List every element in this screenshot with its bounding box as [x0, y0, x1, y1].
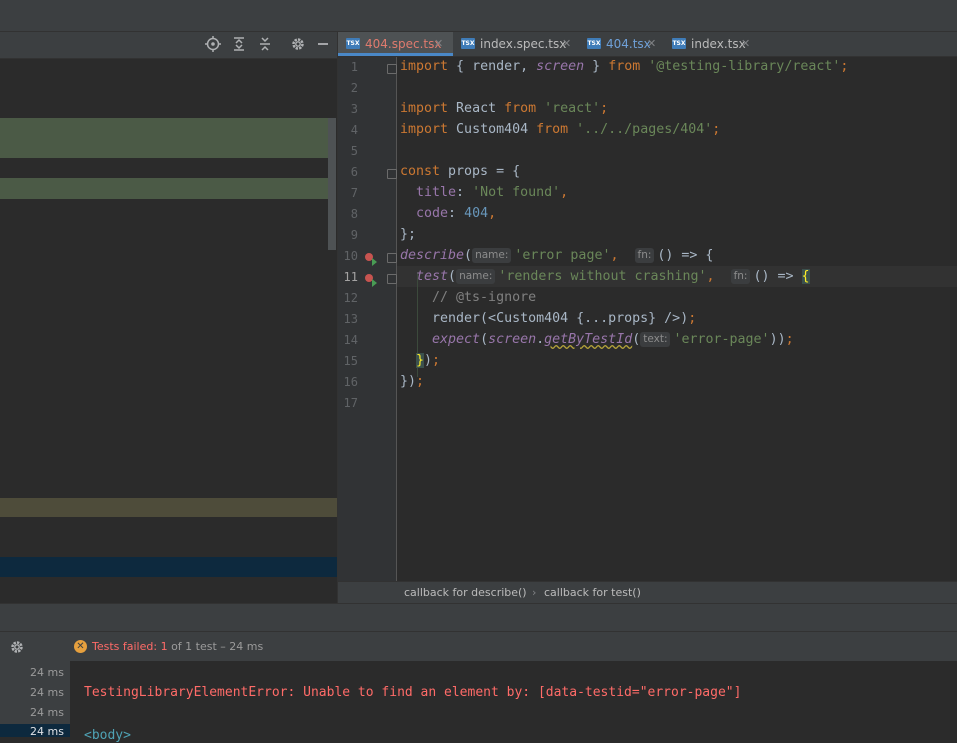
test-tree-selected-row[interactable]: 24 ms — [0, 724, 70, 738]
line-number: 16 — [343, 375, 358, 389]
line-number: 5 — [350, 144, 358, 158]
test-duration: 24 ms — [30, 706, 64, 719]
collapse-all-icon[interactable] — [256, 36, 274, 54]
error-message: TestingLibraryElementError: Unable to fi… — [84, 685, 742, 700]
code-line: // @ts-ignore — [400, 290, 537, 305]
code-line: }; — [400, 227, 417, 242]
matched-brace: } — [416, 353, 425, 368]
tab-label: 404.tsx — [606, 37, 651, 51]
left-panel — [0, 32, 337, 603]
line-number: 13 — [343, 312, 358, 326]
run-test-failed-icon[interactable] — [364, 251, 377, 266]
gutter-separator — [396, 57, 397, 581]
line-number: 9 — [350, 228, 358, 242]
tsx-file-icon: TSX — [346, 38, 360, 49]
tab-label: index.spec.tsx — [480, 37, 567, 51]
code-line: title: 'Not found', — [400, 185, 569, 200]
code-line: render(<Custom404 {...props} />); — [400, 311, 697, 326]
console-html-line: <body> — [84, 728, 131, 743]
diff-changed-region — [0, 498, 337, 517]
close-icon[interactable]: ✕ — [562, 32, 571, 56]
run-toolbar: ✕ Tests failed: 1 of 1 test – 24 ms — [0, 631, 957, 662]
parameter-hint: fn: — [730, 269, 751, 284]
parameter-hint: name: — [456, 269, 496, 284]
tool-window-header — [0, 603, 957, 632]
close-icon[interactable]: ✕ — [647, 32, 656, 56]
run-test-failed-icon[interactable] — [364, 272, 377, 287]
line-number: 3 — [350, 102, 358, 116]
line-number: 10 — [343, 249, 358, 263]
left-panel-scrollbar[interactable] — [328, 118, 336, 250]
breadcrumb-separator-icon: › — [532, 586, 537, 599]
parameter-hint: text: — [640, 332, 671, 347]
test-failed-icon: ✕ — [74, 640, 87, 653]
minimize-icon[interactable] — [314, 36, 332, 54]
parameter-hint: fn: — [634, 248, 655, 263]
code-line: const props = { — [400, 164, 521, 179]
test-duration: 24 ms — [30, 725, 64, 738]
diff-added-region — [0, 178, 328, 199]
tab-index-spec[interactable]: TSX index.spec.tsx ✕ — [453, 32, 579, 56]
tab-index[interactable]: TSX index.tsx ✕ — [664, 32, 754, 56]
tab-label: 404.spec.tsx — [365, 37, 442, 51]
test-duration: 24 ms — [30, 666, 64, 679]
code-line: import React from 'react'; — [400, 101, 609, 116]
fold-marker-icon[interactable] — [387, 253, 397, 263]
fold-marker-icon[interactable] — [387, 64, 397, 74]
tsx-file-icon: TSX — [461, 38, 475, 49]
code-line: }); — [416, 353, 441, 368]
locate-icon[interactable] — [204, 36, 222, 54]
tsx-file-icon: TSX — [672, 38, 686, 49]
code-line: import Custom404 from '../../pages/404'; — [400, 122, 721, 137]
fold-marker-icon[interactable] — [387, 169, 397, 179]
expand-all-icon[interactable] — [230, 36, 248, 54]
close-icon[interactable]: ✕ — [434, 32, 443, 56]
tab-label: index.tsx — [691, 37, 746, 51]
line-number: 1 — [350, 60, 358, 74]
line-number: 11 — [343, 270, 358, 284]
code-line: import { render, screen } from '@testing… — [400, 59, 849, 74]
editor-tab-bar: TSX 404.spec.tsx ✕ TSX index.spec.tsx ✕ … — [338, 32, 957, 57]
breadcrumb: callback for describe() › callback for t… — [338, 581, 957, 604]
test-duration: 24 ms — [30, 686, 64, 699]
code-editor: TSX 404.spec.tsx ✕ TSX index.spec.tsx ✕ … — [338, 32, 957, 604]
line-number: 2 — [350, 81, 358, 95]
tab-404-spec[interactable]: TSX 404.spec.tsx ✕ — [338, 32, 453, 56]
code-line: test(name:'renders without crashing', fn… — [400, 269, 810, 284]
matched-brace: { — [801, 269, 810, 284]
code-line: code: 404, — [400, 206, 497, 221]
code-line: }); — [400, 374, 425, 389]
line-number: 6 — [350, 165, 358, 179]
line-number: 4 — [350, 123, 358, 137]
tsx-file-icon: TSX — [587, 38, 601, 49]
breadcrumb-item[interactable]: callback for test() — [544, 582, 641, 604]
fold-marker-icon[interactable] — [387, 274, 397, 284]
line-number: 17 — [343, 396, 358, 410]
window-title-bar — [0, 0, 957, 32]
code-line: describe(name:'error page', fn:() => { — [400, 248, 714, 263]
line-number: 12 — [343, 291, 358, 305]
gear-icon[interactable] — [9, 639, 25, 655]
line-number: 7 — [350, 186, 358, 200]
tab-404[interactable]: TSX 404.tsx ✕ — [579, 32, 664, 56]
test-console-output: TestingLibraryElementError: Unable to fi… — [70, 661, 957, 743]
line-number: 8 — [350, 207, 358, 221]
breadcrumb-item[interactable]: callback for describe() — [404, 582, 527, 604]
close-icon[interactable]: ✕ — [741, 32, 750, 56]
line-number: 15 — [343, 354, 358, 368]
left-panel-toolbar — [0, 32, 337, 59]
line-number: 14 — [343, 333, 358, 347]
parameter-hint: name: — [472, 248, 512, 263]
selection-region — [0, 557, 337, 577]
diff-added-region — [0, 118, 328, 158]
test-tree: 24 ms 24 ms 24 ms 24 ms — [0, 661, 70, 738]
gear-icon[interactable] — [289, 36, 307, 54]
code-line: expect(screen.getByTestId(text:'error-pa… — [400, 332, 794, 347]
test-status-text: Tests failed: 1 of 1 test – 24 ms — [92, 640, 264, 653]
